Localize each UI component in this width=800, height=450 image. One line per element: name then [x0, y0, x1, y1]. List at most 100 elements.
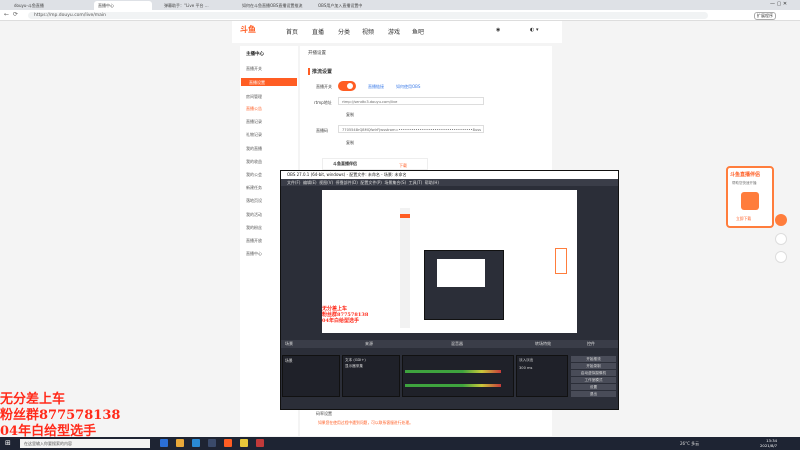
tab[interactable]: OBS用户加入直播设置中: [314, 1, 386, 10]
app-icon[interactable]: [240, 439, 248, 447]
link-live[interactable]: 直播链接: [368, 84, 384, 90]
bitrate-label: 码率设置: [316, 411, 332, 416]
promo-card[interactable]: 斗鱼直播伴侣 帮助您快速开播 立即下载: [726, 166, 774, 228]
panel-header-mixer: 混音器: [451, 341, 463, 346]
sidebar-item[interactable]: 直播开放: [246, 238, 262, 244]
panel-header-transitions: 转场特效: [535, 341, 551, 346]
windows-start-icon[interactable]: ⊞: [5, 439, 11, 447]
douyu-taskbar-icon[interactable]: [224, 439, 232, 447]
float-tool-icon[interactable]: [775, 214, 787, 226]
page-title: 开播设置: [308, 51, 326, 56]
tab[interactable]: 弹幕助手：“Live 平台 ...: [160, 1, 232, 10]
audio-meter: [405, 384, 501, 387]
obs-menu-edit[interactable]: 编辑(E): [303, 180, 317, 185]
rtmp-field[interactable]: rtmp://sendtc3.douyu.com/live: [338, 97, 484, 105]
taskbar-search[interactable]: 在这里输入你要搜索的内容: [20, 439, 150, 448]
copy-key-button[interactable]: 复制: [346, 140, 354, 146]
float-tool-icon[interactable]: [775, 251, 787, 263]
sidebar-item[interactable]: 我的收益: [246, 159, 262, 165]
site-logo[interactable]: 斗鱼: [240, 24, 270, 38]
sidebar-title: 主播中心: [246, 52, 264, 57]
preview-sidebar-active: [400, 214, 410, 218]
float-tool-icon[interactable]: [775, 233, 787, 245]
virtual-camera-button[interactable]: 启动虚拟摄像机: [571, 370, 616, 376]
studio-mode-button[interactable]: 工作室模式: [571, 377, 616, 383]
obs-menu-help[interactable]: 帮助(H): [425, 180, 439, 185]
sidebar-item[interactable]: 直播记录: [246, 119, 262, 125]
task-view-icon[interactable]: [160, 439, 168, 447]
sidebar-item[interactable]: 我的活动: [246, 212, 262, 218]
url-input[interactable]: https://mp.douyu.com/live/main: [28, 12, 708, 19]
preview-sidebar: [400, 208, 410, 328]
promo-download-button[interactable]: 立即下载: [736, 216, 751, 222]
promo-mascot-icon: [741, 192, 759, 210]
stream-key-field[interactable]: 7705548rQ8MQfwlrFJwsstrom=••••••••••••••…: [338, 125, 484, 133]
nav-live[interactable]: 直播: [312, 27, 324, 36]
settings-button[interactable]: 设置: [571, 384, 616, 390]
obs-menu-docks[interactable]: 停靠部件(D): [336, 180, 358, 185]
transitions-panel: 淡入淡出 300 ms: [516, 355, 568, 397]
sidebar-item[interactable]: 落地页设: [246, 198, 262, 204]
source-item-display[interactable]: 显示器采集: [345, 364, 363, 369]
sidebar-item[interactable]: 直播开关: [246, 66, 262, 72]
sidebar-item[interactable]: 我的粉丝: [246, 225, 262, 231]
promo-title: 斗鱼直播伴侣: [730, 172, 761, 178]
nav-video[interactable]: 视频: [362, 27, 374, 36]
app-icon[interactable]: [256, 439, 264, 447]
obs-menubar: 文件(F) 编辑(E) 视图(V) 停靠部件(D) 配置文件(P) 场景集合(S…: [281, 179, 618, 186]
sidebar-item-active[interactable]: 直播设置: [241, 78, 297, 86]
transition-select[interactable]: 淡入淡出: [519, 358, 533, 363]
user-menu-icon[interactable]: ◐ ▾: [530, 27, 538, 33]
link-obs-help[interactable]: 如何使用OBS: [396, 84, 420, 90]
rtmp-label: rtmp地址: [314, 100, 332, 105]
tab[interactable]: douyu-斗鱼直播: [10, 1, 60, 10]
nav-fishbar[interactable]: 鱼吧: [412, 27, 424, 36]
scene-item[interactable]: 场景: [285, 358, 293, 364]
stream-toggle[interactable]: [338, 81, 356, 91]
sidebar-item[interactable]: 房间管理: [246, 94, 262, 100]
start-recording-button[interactable]: 开始录制: [571, 363, 616, 369]
obs-preview[interactable]: 无分差上车 粉丝群877578138 04年白给型选手: [322, 190, 577, 333]
clock[interactable]: 13:34 2021/8/7: [760, 438, 777, 448]
obs-menu-profile[interactable]: 配置文件(P): [360, 180, 382, 185]
helper-title: 斗鱼直播伴侣: [333, 161, 357, 166]
user-avatar-icon[interactable]: ◉: [496, 27, 500, 33]
obs-menu-scenes[interactable]: 场景集合(S): [384, 180, 406, 185]
sidebar-item[interactable]: 礼物记录: [246, 132, 262, 138]
obs-menu-view[interactable]: 视图(V): [319, 180, 333, 185]
nav-game[interactable]: 游戏: [388, 27, 400, 36]
sidebar-item-selected[interactable]: 直播公告: [246, 106, 262, 112]
edge-icon[interactable]: [192, 439, 200, 447]
file-explorer-icon[interactable]: [176, 439, 184, 447]
sidebar-item[interactable]: 新建任务: [246, 185, 262, 191]
duration-field[interactable]: 300 ms: [519, 366, 532, 370]
nav-category[interactable]: 分类: [338, 27, 350, 36]
key-label: 直播码: [316, 128, 328, 133]
audio-meter: [405, 370, 501, 373]
sidebar-item[interactable]: 我的直播: [246, 146, 262, 152]
tab[interactable]: 如何在斗鱼直播OBS直播设置推流: [238, 1, 310, 10]
promo-subtitle: 帮助您快速开播: [732, 181, 757, 185]
back-icon[interactable]: ←: [4, 11, 9, 18]
section-title: 推流设置: [308, 68, 332, 75]
start-streaming-button[interactable]: 开始推流: [571, 356, 616, 362]
sidebar-item[interactable]: 直播中心: [246, 251, 262, 257]
extensions-button[interactable]: 扩展程序: [754, 12, 776, 20]
weather[interactable]: 26°C 多云: [680, 441, 699, 447]
helper-card: 斗鱼直播伴侣 下载: [322, 158, 428, 170]
preview-nested-screen: [437, 259, 485, 287]
sidebar-item[interactable]: 我的公会: [246, 172, 262, 178]
obs-menu-file[interactable]: 文件(F): [287, 180, 300, 185]
window-controls-icon[interactable]: — ▢ ✕: [770, 1, 787, 7]
tab-active[interactable]: 直播中心: [94, 1, 152, 10]
nav-home[interactable]: 首页: [286, 27, 298, 36]
exit-button[interactable]: 退出: [571, 391, 616, 397]
helper-download-button[interactable]: 下载: [399, 163, 407, 169]
preview-overlay-text: 无分差上车 粉丝群877578138 04年白给型选手: [322, 306, 369, 324]
obs-taskbar-icon[interactable]: [208, 439, 216, 447]
bottom-note: 如果您在使用过程中遇到问题，可以联系客服进行处理。: [318, 420, 413, 425]
reload-icon[interactable]: ⟳: [13, 11, 18, 18]
source-item-text[interactable]: 文本 (GDI+): [345, 358, 366, 363]
obs-menu-tools[interactable]: 工具(T): [409, 180, 423, 185]
copy-rtmp-button[interactable]: 复制: [346, 112, 354, 118]
